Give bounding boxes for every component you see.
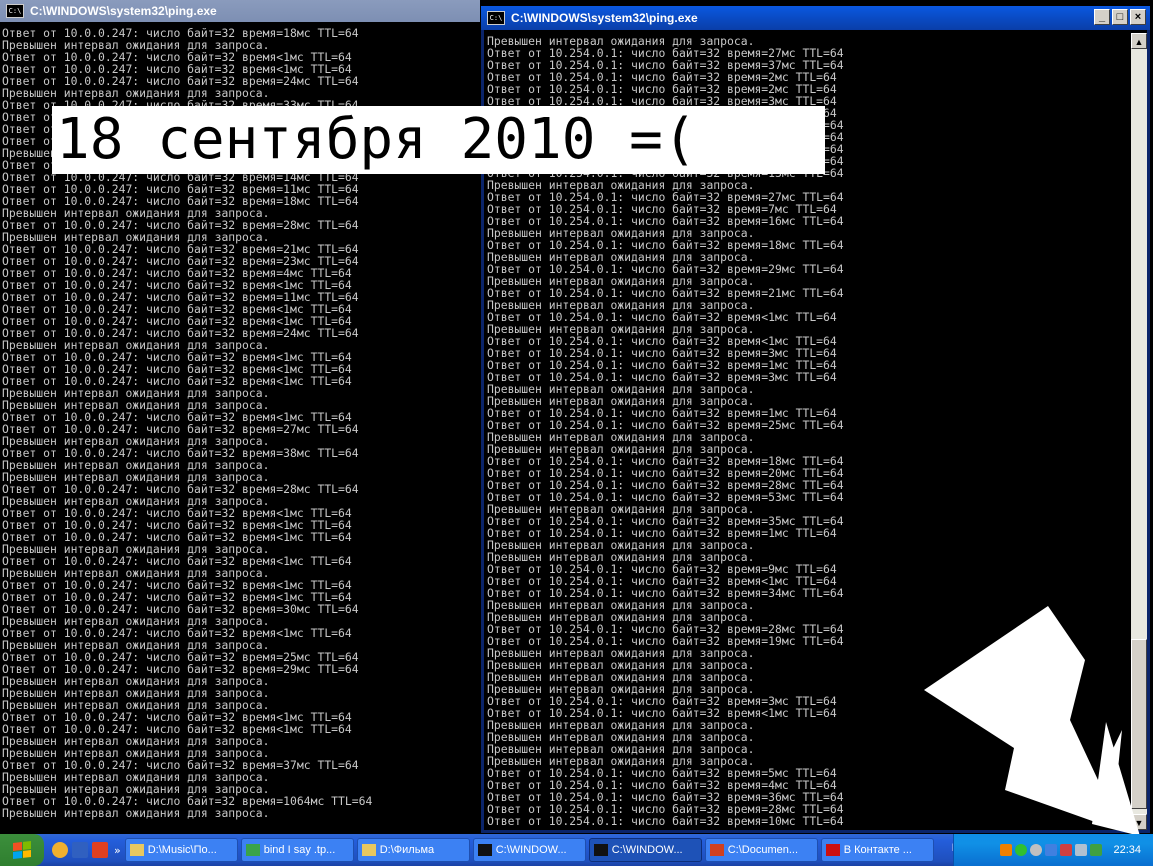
downloader-icon[interactable] — [92, 842, 108, 858]
taskbar-button[interactable]: C:\WINDOW... — [588, 838, 702, 862]
taskbar-button[interactable]: C:\Documen... — [704, 838, 818, 862]
taskbar-button-label: C:\WINDOW... — [495, 844, 567, 856]
taskbar-button-label: В Контакте ... — [843, 844, 912, 856]
taskbar-button[interactable]: В Контакте ... — [820, 838, 934, 862]
volume-icon[interactable] — [1075, 844, 1088, 856]
left-window-titlebar[interactable]: C:\ C:\WINDOWS\system32\ping.exe — [0, 0, 480, 22]
quick-launch — [52, 842, 108, 858]
taskbar-buttons: D:\Music\По... bind I say .tp... D:\Фильма… — [124, 838, 937, 862]
taskbar-button[interactable]: D:\Фильма — [356, 838, 470, 862]
taskbar: » D:\Music\По... bind I say .tp... D:\Филь… — [0, 834, 1153, 866]
taskbar-button-label: C:\Documen... — [727, 844, 799, 856]
cmd-icon: C:\ — [487, 11, 505, 25]
tray-security-icon[interactable] — [1060, 844, 1073, 856]
avast-icon[interactable] — [52, 842, 68, 858]
minimize-button[interactable]: _ — [1094, 9, 1110, 25]
taskbar-button-label: D:\Фильма — [379, 844, 435, 856]
right-window-title: C:\WINDOWS\system32\ping.exe — [511, 11, 698, 25]
left-window-title: C:\WINDOWS\system32\ping.exe — [30, 4, 217, 18]
tray-status-icon[interactable] — [1015, 844, 1028, 856]
folder-icon — [361, 844, 376, 856]
maximize-button[interactable]: □ — [1112, 9, 1128, 25]
document-icon — [245, 844, 260, 856]
taskbar-button[interactable]: C:\WINDOW... — [472, 838, 586, 862]
folder-icon — [129, 844, 144, 856]
taskbar-button-label: D:\Music\По... — [147, 844, 217, 856]
system-tray: 22:34 — [953, 834, 1153, 866]
quick-launch-chevron-icon[interactable]: » — [114, 844, 121, 857]
taskbar-button[interactable]: D:\Music\По... — [124, 838, 238, 862]
cmd-icon — [477, 844, 492, 856]
tray-disc-icon[interactable] — [1030, 844, 1043, 856]
scroll-up-arrow-icon[interactable]: ▲ — [1131, 33, 1147, 49]
opera-icon — [825, 844, 840, 856]
network-icon[interactable] — [72, 842, 88, 858]
console-line: Превышен интервал ожидания для запроса. — [2, 806, 270, 820]
right-window-titlebar[interactable]: C:\ C:\WINDOWS\system32\ping.exe _ □ × — [481, 6, 1150, 30]
scrollbar-thumb[interactable] — [1131, 639, 1147, 809]
cmd-icon: C:\ — [6, 4, 24, 18]
start-button[interactable] — [0, 834, 44, 866]
tray-monitor-icon[interactable] — [1045, 844, 1058, 856]
taskbar-button-label: bind I say .tp... — [263, 844, 336, 856]
clock[interactable]: 22:34 — [1113, 844, 1141, 856]
taskbar-button[interactable]: bind I say .tp... — [240, 838, 354, 862]
console-line: Ответ от 10.254.0.1: число байт=32 время… — [487, 814, 844, 828]
network-connection-icon[interactable] — [1090, 844, 1103, 856]
scroll-down-arrow-icon[interactable]: ▼ — [1131, 814, 1147, 830]
app-icon — [709, 844, 724, 856]
vertical-scrollbar[interactable]: ▲ ▼ — [1131, 33, 1147, 830]
taskbar-button-label: C:\WINDOW... — [611, 844, 683, 856]
windows-logo-icon — [13, 841, 31, 859]
cmd-icon — [593, 844, 608, 856]
date-banner: 18 сентября 2010 =( — [52, 106, 825, 174]
close-button[interactable]: × — [1130, 9, 1146, 25]
tray-app-icon[interactable] — [1000, 844, 1013, 856]
